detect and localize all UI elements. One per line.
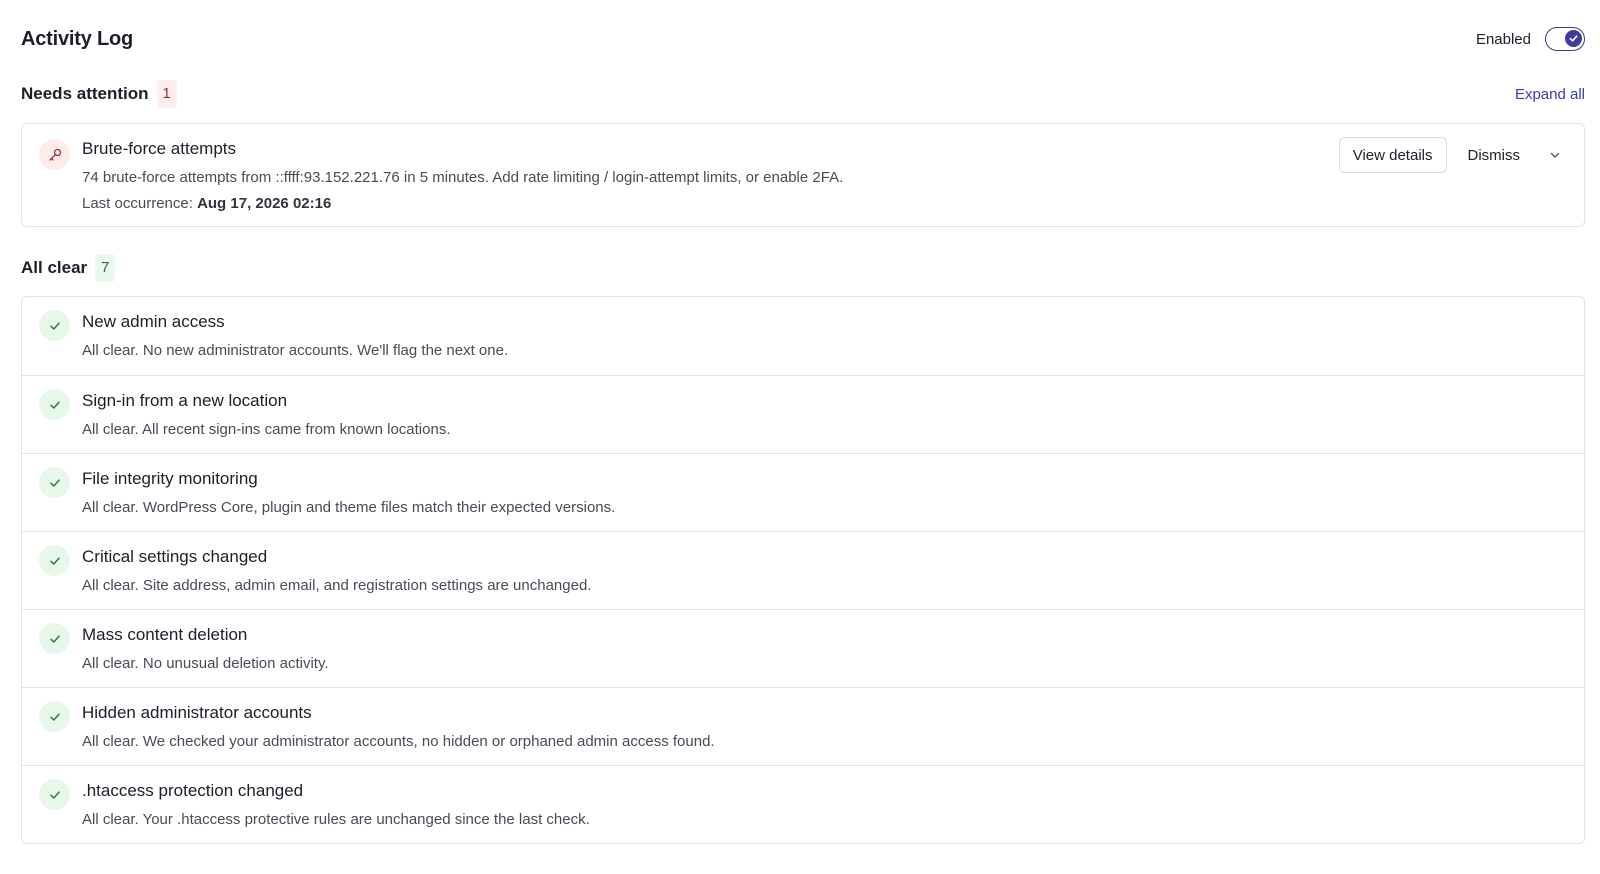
item-title: Critical settings changed	[82, 547, 268, 566]
attention-count-badge: 1	[156, 80, 177, 108]
check-icon	[39, 310, 70, 341]
list-item: File integrity monitoring All clear. Wor…	[22, 453, 1584, 531]
section-title: All clear	[21, 258, 88, 277]
toggle-label: Enabled	[1475, 30, 1531, 48]
alert-title: Brute-force attempts	[82, 139, 237, 158]
item-description: All clear. We checked your administrator…	[82, 733, 715, 750]
item-title: .htaccess protection changed	[82, 781, 304, 800]
check-icon	[1565, 30, 1582, 47]
list-item: Sign-in from a new location All clear. A…	[22, 375, 1584, 453]
list-item: New admin access All clear. No new admin…	[22, 297, 1584, 375]
last-occurrence-value: Aug 17, 2026 02:16	[197, 195, 332, 212]
check-icon	[39, 779, 70, 810]
needs-attention-header: Needs attention 1 Expand all	[21, 80, 1585, 108]
all-clear-header: All clear 7	[21, 253, 1585, 283]
item-title: Mass content deletion	[82, 625, 248, 644]
list-item: .htaccess protection changed All clear. …	[22, 765, 1584, 843]
item-description: All clear. No unusual deletion activity.	[82, 655, 329, 672]
alert-actions: View details Dismiss	[1338, 137, 1567, 173]
attention-item-card: Brute-force attempts 74 brute-force atte…	[21, 123, 1585, 227]
item-description: All clear. No new administrator accounts…	[82, 342, 509, 359]
expand-all-link[interactable]: Expand all	[1515, 86, 1585, 103]
check-icon	[39, 545, 70, 576]
item-title: File integrity monitoring	[82, 469, 258, 488]
item-description: All clear. All recent sign-ins came from…	[82, 421, 451, 438]
list-item: Mass content deletion All clear. No unus…	[22, 609, 1584, 687]
all-clear-count-badge: 7	[95, 254, 116, 282]
item-description: All clear. Your .htaccess protective rul…	[82, 811, 590, 828]
enabled-toggle[interactable]	[1545, 27, 1585, 51]
last-occurrence-label: Last occurrence:	[82, 195, 193, 212]
item-description: All clear. Site address, admin email, an…	[82, 577, 592, 594]
page-title: Activity Log	[21, 27, 134, 50]
chevron-down-icon[interactable]	[1543, 143, 1567, 167]
section-title-group: All clear 7	[21, 254, 116, 282]
section-title-group: Needs attention 1	[21, 80, 177, 108]
check-icon	[39, 467, 70, 498]
check-icon	[39, 623, 70, 654]
list-item: Hidden administrator accounts All clear.…	[22, 687, 1584, 765]
dismiss-button[interactable]: Dismiss	[1454, 137, 1533, 173]
all-clear-list: New admin access All clear. No new admin…	[21, 296, 1585, 844]
item-description: All clear. WordPress Core, plugin and th…	[82, 499, 616, 516]
view-details-button[interactable]: View details	[1338, 137, 1447, 173]
check-icon	[39, 389, 70, 420]
page-header: Activity Log Enabled	[21, 26, 1585, 52]
alert-description: 74 brute-force attempts from ::ffff:93.1…	[82, 169, 844, 186]
item-title: New admin access	[82, 312, 225, 331]
item-title: Sign-in from a new location	[82, 391, 288, 410]
alert-last-occurrence: Last occurrence: Aug 17, 2026 02:16	[82, 195, 331, 212]
list-item: Critical settings changed All clear. Sit…	[22, 531, 1584, 609]
item-title: Hidden administrator accounts	[82, 703, 312, 722]
enabled-toggle-group: Enabled	[1476, 27, 1585, 51]
check-icon	[39, 701, 70, 732]
key-icon	[39, 139, 70, 170]
section-title: Needs attention	[21, 84, 149, 103]
